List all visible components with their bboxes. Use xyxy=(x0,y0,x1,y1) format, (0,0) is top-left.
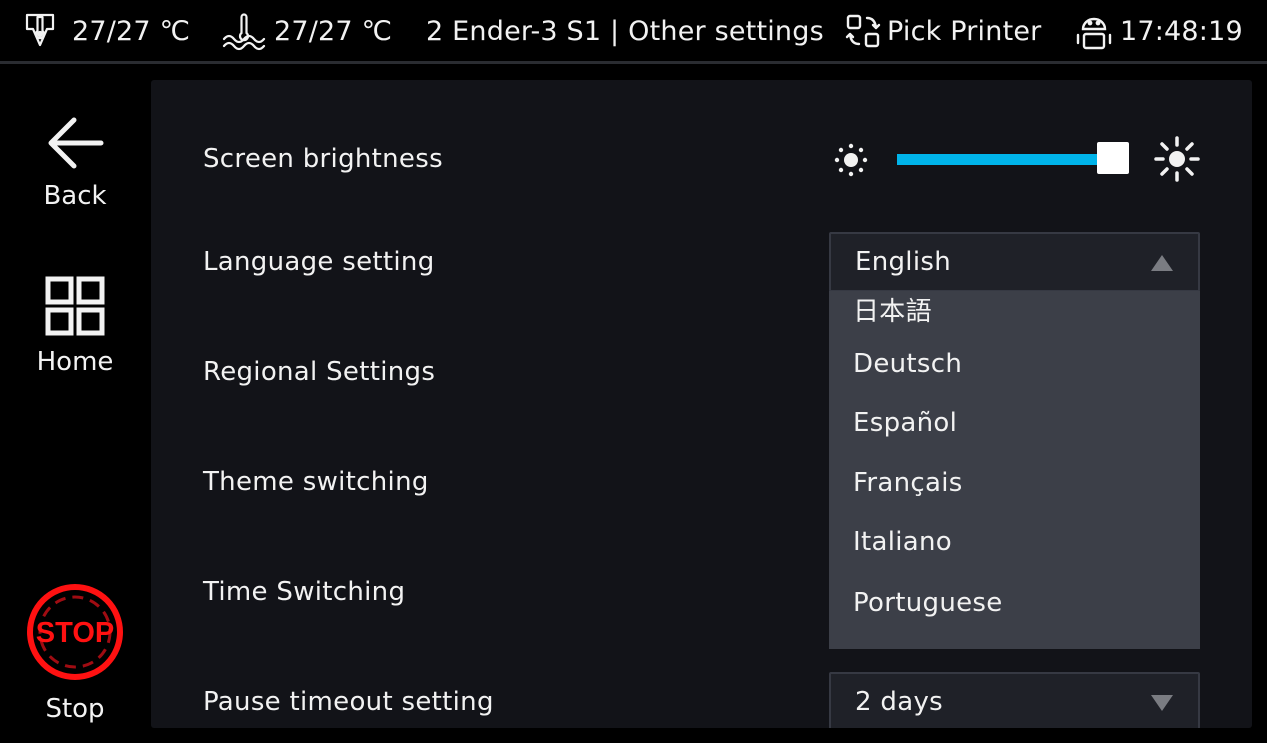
nozzle-temperature-icon xyxy=(22,11,58,51)
bed-temperature: 27/27 ℃ xyxy=(222,0,392,62)
regional-settings-label: Regional Settings xyxy=(203,357,436,387)
language-setting-label: Language setting xyxy=(203,247,435,277)
language-option[interactable]: Portuguese xyxy=(853,588,1003,618)
nozzle-temperature-value: 27/27 ℃ xyxy=(72,15,191,47)
pause-timeout-value: 2 days xyxy=(855,687,943,717)
language-option[interactable]: Deutsch xyxy=(853,349,962,379)
brightness-slider-thumb[interactable] xyxy=(1097,142,1129,174)
stop-label: Stop xyxy=(45,694,105,724)
language-select[interactable]: English xyxy=(829,232,1200,292)
screen-brightness-label: Screen brightness xyxy=(203,144,443,174)
language-selected-value: English xyxy=(855,247,951,277)
clock-time: 17:48:19 xyxy=(1120,15,1243,47)
home-grid-icon xyxy=(44,275,106,341)
printer-and-page-title: 2 Ender-3 S1 | Other settings xyxy=(426,15,824,47)
bed-temperature-icon xyxy=(222,11,266,51)
brightness-low-icon xyxy=(831,140,871,184)
page-title: 2 Ender-3 S1 | Other settings xyxy=(426,0,824,62)
clock: 17:48:19 xyxy=(1074,0,1243,62)
language-dropdown-list[interactable]: 日本語 Deutsch Español Français Italiano Po… xyxy=(829,291,1200,649)
pause-timeout-select[interactable]: 2 days xyxy=(829,672,1200,728)
robot-icon xyxy=(1074,11,1114,51)
sidebar: Back Home STOP Stop xyxy=(0,67,150,743)
brightness-slider-track[interactable] xyxy=(897,154,1129,165)
language-option[interactable]: Français xyxy=(853,468,963,498)
status-bar: 27/27 ℃ 27/27 ℃ 2 Ender-3 S1 | Other set… xyxy=(0,0,1267,64)
stop-icon: STOP xyxy=(25,582,125,686)
nozzle-temperature: 27/27 ℃ xyxy=(22,0,190,62)
home-button[interactable]: Home xyxy=(0,275,150,377)
pause-timeout-label: Pause timeout setting xyxy=(203,687,494,717)
bed-temperature-value: 27/27 ℃ xyxy=(274,15,393,47)
theme-switching-label: Theme switching xyxy=(203,467,429,497)
brightness-slider[interactable] xyxy=(831,136,1201,184)
time-switching-label: Time Switching xyxy=(203,577,406,607)
back-button[interactable]: Back xyxy=(0,115,150,211)
switch-printer-icon xyxy=(845,13,881,49)
settings-panel: Screen brightness Language setting Regio… xyxy=(151,80,1252,728)
stop-icon-text: STOP xyxy=(36,617,114,649)
pick-printer-label: Pick Printer xyxy=(887,15,1042,47)
language-option[interactable]: 日本語 xyxy=(853,291,932,328)
back-arrow-icon xyxy=(44,115,106,175)
chevron-down-icon xyxy=(1150,694,1174,716)
brightness-high-icon xyxy=(1153,135,1201,187)
chevron-up-icon xyxy=(1150,254,1174,276)
home-label: Home xyxy=(36,347,114,377)
language-option[interactable]: Italiano xyxy=(853,527,952,557)
back-label: Back xyxy=(43,181,107,211)
pick-printer-button[interactable]: Pick Printer xyxy=(845,0,1041,62)
stop-button[interactable]: STOP Stop xyxy=(0,582,150,724)
language-option[interactable]: Español xyxy=(853,408,957,438)
